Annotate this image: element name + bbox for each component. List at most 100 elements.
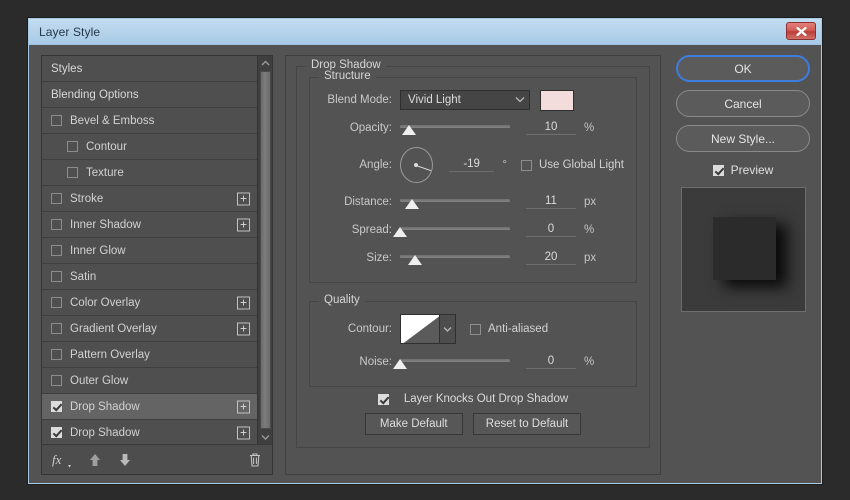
opacity-slider-thumb[interactable] — [401, 125, 416, 135]
styles-list-item-label: Inner Shadow — [70, 218, 141, 231]
add-effect-icon[interactable]: + — [237, 192, 250, 205]
effect-checkbox[interactable] — [51, 245, 62, 256]
distance-slider[interactable] — [400, 193, 510, 211]
chevron-down-icon[interactable] — [440, 314, 456, 344]
spread-slider-thumb[interactable] — [393, 227, 407, 237]
effect-checkbox[interactable] — [51, 349, 62, 360]
styles-list-item-bevel-emboss[interactable]: Bevel & Emboss — [42, 108, 257, 134]
styles-list-item-label: Inner Glow — [70, 244, 126, 257]
size-slider[interactable] — [400, 249, 510, 267]
effect-checkbox[interactable] — [51, 323, 62, 334]
add-effect-icon[interactable]: + — [237, 322, 250, 335]
structure-group: Structure Blend Mode: Vivid Light Opacit… — [309, 70, 637, 283]
blend-mode-select[interactable]: Vivid Light — [400, 90, 530, 110]
spread-slider-track — [400, 227, 510, 230]
angle-input[interactable]: -19 — [448, 158, 495, 172]
opacity-input[interactable]: 10 — [526, 121, 576, 135]
shadow-color-swatch[interactable] — [540, 89, 574, 111]
scrollbar-thumb[interactable] — [259, 71, 271, 429]
distance-slider-thumb[interactable] — [405, 199, 420, 209]
preview-shape — [712, 217, 776, 280]
effect-checkbox[interactable] — [51, 271, 62, 282]
opacity-row: Opacity: 10 % — [322, 116, 624, 140]
quality-group-title: Quality — [319, 294, 365, 306]
size-input[interactable]: 20 — [526, 251, 576, 265]
arrow-down-icon[interactable] — [118, 452, 132, 468]
close-icon[interactable] — [786, 22, 816, 40]
styles-list-item-label: Styles — [51, 62, 83, 75]
size-row: Size: 20 px — [322, 246, 624, 270]
styles-list-item-gradient-overlay[interactable]: Gradient Overlay + — [42, 316, 257, 342]
trash-icon[interactable] — [248, 452, 262, 468]
drop-shadow-group-box: Structure Blend Mode: Vivid Light Opacit… — [296, 66, 650, 448]
spread-input[interactable]: 0 — [526, 223, 576, 237]
styles-list-item-texture[interactable]: Texture — [42, 160, 257, 186]
effect-checkbox[interactable] — [51, 427, 62, 438]
styles-toolbar: fx — [42, 444, 272, 474]
add-effect-icon[interactable]: + — [237, 426, 250, 439]
styles-list-item-label: Bevel & Emboss — [70, 114, 155, 127]
contour-picker[interactable] — [400, 314, 456, 344]
styles-list-item-outer-glow[interactable]: Outer Glow — [42, 368, 257, 394]
distance-input[interactable]: 11 — [526, 195, 576, 209]
contour-swatch[interactable] — [400, 314, 440, 344]
styles-list-item-drop-shadow[interactable]: Drop Shadow + — [42, 394, 257, 420]
spread-slider[interactable] — [393, 221, 510, 239]
styles-list-item-label: Contour — [86, 140, 127, 153]
styles-list-item-color-overlay[interactable]: Color Overlay + — [42, 290, 257, 316]
opacity-slider[interactable] — [400, 119, 510, 137]
effect-checkbox[interactable] — [51, 401, 62, 412]
add-effect-icon[interactable]: + — [237, 400, 250, 413]
styles-list-item-inner-glow[interactable]: Inner Glow — [42, 238, 257, 264]
preview-label: Preview — [730, 163, 774, 177]
styles-list-item-label: Blending Options — [51, 88, 139, 101]
arrow-up-icon[interactable] — [88, 452, 102, 468]
size-label: Size: — [366, 252, 392, 264]
styles-list-item-label: Satin — [70, 270, 97, 283]
effect-checkbox[interactable] — [51, 115, 62, 126]
styles-list-item-styles[interactable]: Styles — [42, 56, 257, 82]
structure-group-box: Blend Mode: Vivid Light Opacity: 10 % An… — [309, 77, 637, 283]
effect-checkbox[interactable] — [51, 219, 62, 230]
noise-slider-thumb[interactable] — [393, 359, 407, 369]
add-effect-icon[interactable]: + — [237, 218, 250, 231]
effect-checkbox[interactable] — [51, 193, 62, 204]
anti-aliased-checkbox[interactable]: Anti-aliased — [470, 323, 548, 335]
styles-scrollbar[interactable] — [257, 56, 272, 444]
effect-checkbox[interactable] — [51, 375, 62, 386]
reset-to-default-button[interactable]: Reset to Default — [472, 413, 582, 435]
styles-list-wrapper: Styles Blending Options Bevel & Emboss Cont… — [42, 56, 272, 444]
cancel-button[interactable]: Cancel — [676, 90, 810, 117]
styles-list-item-inner-shadow[interactable]: Inner Shadow + — [42, 212, 257, 238]
effect-checkbox[interactable] — [67, 141, 78, 152]
add-effect-icon[interactable]: + — [237, 296, 250, 309]
spread-unit: % — [584, 224, 595, 236]
new-style-button[interactable]: New Style... — [676, 125, 810, 152]
size-slider-thumb[interactable] — [408, 255, 423, 265]
use-global-light-checkbox[interactable]: Use Global Light — [520, 159, 624, 171]
make-default-button[interactable]: Make Default — [364, 413, 463, 435]
fx-icon[interactable]: fx — [52, 452, 72, 468]
styles-list-item-blending-options[interactable]: Blending Options — [42, 82, 257, 108]
angle-dial[interactable] — [400, 147, 433, 183]
dialog-body: Styles Blending Options Bevel & Emboss Cont… — [29, 45, 821, 483]
styles-list-item-satin[interactable]: Satin — [42, 264, 257, 290]
layer-knocks-out-checkbox[interactable]: Layer Knocks Out Drop Shadow — [309, 393, 637, 405]
noise-input[interactable]: 0 — [526, 355, 576, 369]
ok-button[interactable]: OK — [676, 55, 810, 82]
angle-dial-needle — [416, 165, 432, 172]
noise-slider[interactable] — [393, 353, 510, 371]
contour-label: Contour: — [347, 323, 392, 335]
chevron-down-icon — [515, 94, 525, 106]
styles-list-item-contour[interactable]: Contour — [42, 134, 257, 160]
styles-list[interactable]: Styles Blending Options Bevel & Emboss Cont… — [42, 56, 257, 444]
effect-checkbox[interactable] — [51, 297, 62, 308]
effect-checkbox[interactable] — [67, 167, 78, 178]
chevron-down-icon[interactable] — [258, 430, 273, 444]
styles-list-item-stroke[interactable]: Stroke + — [42, 186, 257, 212]
chevron-up-icon[interactable] — [258, 56, 273, 70]
preview-checkbox[interactable]: Preview — [712, 163, 774, 177]
spread-row: Spread: 0 % — [322, 218, 624, 242]
styles-list-item-drop-shadow[interactable]: Drop Shadow + — [42, 420, 257, 444]
styles-list-item-pattern-overlay[interactable]: Pattern Overlay — [42, 342, 257, 368]
